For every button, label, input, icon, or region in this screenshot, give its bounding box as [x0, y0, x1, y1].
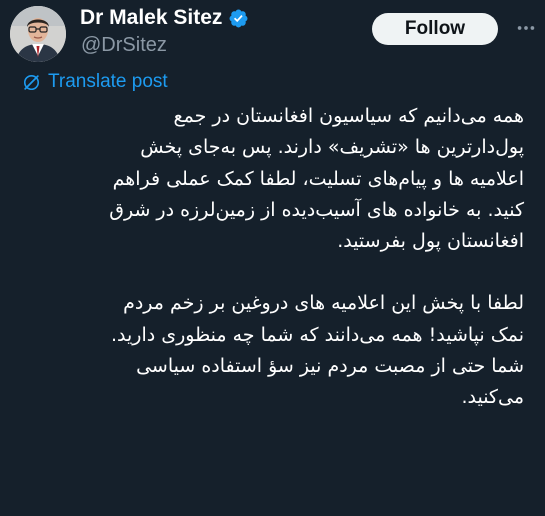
author-name-row: Dr Malek Sitez [80, 6, 249, 30]
post-line: افغانستان پول بفرستید. [337, 230, 524, 253]
avatar[interactable] [10, 6, 66, 62]
post-line: اعلامیه ها و پیام‌های تسلیت، لطفا کمک عم… [112, 167, 524, 190]
follow-button[interactable]: Follow [372, 13, 498, 45]
translate-post-link[interactable]: Translate post [22, 69, 168, 95]
more-dots-icon [517, 26, 535, 30]
post-paragraph-1: همه می‌دانیم که سیاسیون افغانستان در جمع… [12, 101, 524, 257]
post-line: نمک نپاشید! همه می‌دانند که شما چه منظور… [110, 323, 524, 346]
author-handle[interactable]: @DrSitez [81, 34, 167, 57]
verified-badge-icon [229, 9, 248, 27]
more-options-button[interactable] [512, 14, 540, 42]
globe-slash-icon [23, 74, 40, 90]
translate-post-label: Translate post [48, 71, 168, 92]
post-card: Dr Malek Sitez @DrSitez Follow Translate… [0, 0, 545, 516]
post-line: همه می‌دانیم که سیاسیون افغانستان در جمع [173, 105, 524, 127]
post-line: پول‌دارترین ها «تشریف» دارند. پس به‌جای … [140, 136, 524, 159]
author-display-name[interactable]: Dr Malek Sitez [80, 6, 222, 30]
post-line: کنید. به خانواده های آسیب‌دیده از زمین‌ل… [109, 198, 524, 221]
post-line: لطفا با پخش این اعلامیه های دروغین بر زخ… [123, 292, 524, 315]
post-line: می‌کنید. [461, 386, 524, 409]
post-line: شما حتی از مصبت مردم نیز سؤ استفاده سیاس… [136, 355, 524, 378]
post-paragraph-2: لطفا با پخش این اعلامیه های دروغین بر زخ… [12, 288, 524, 413]
avatar-photo [10, 6, 66, 62]
post-text: همه می‌دانیم که سیاسیون افغانستان در جمع… [12, 101, 524, 414]
